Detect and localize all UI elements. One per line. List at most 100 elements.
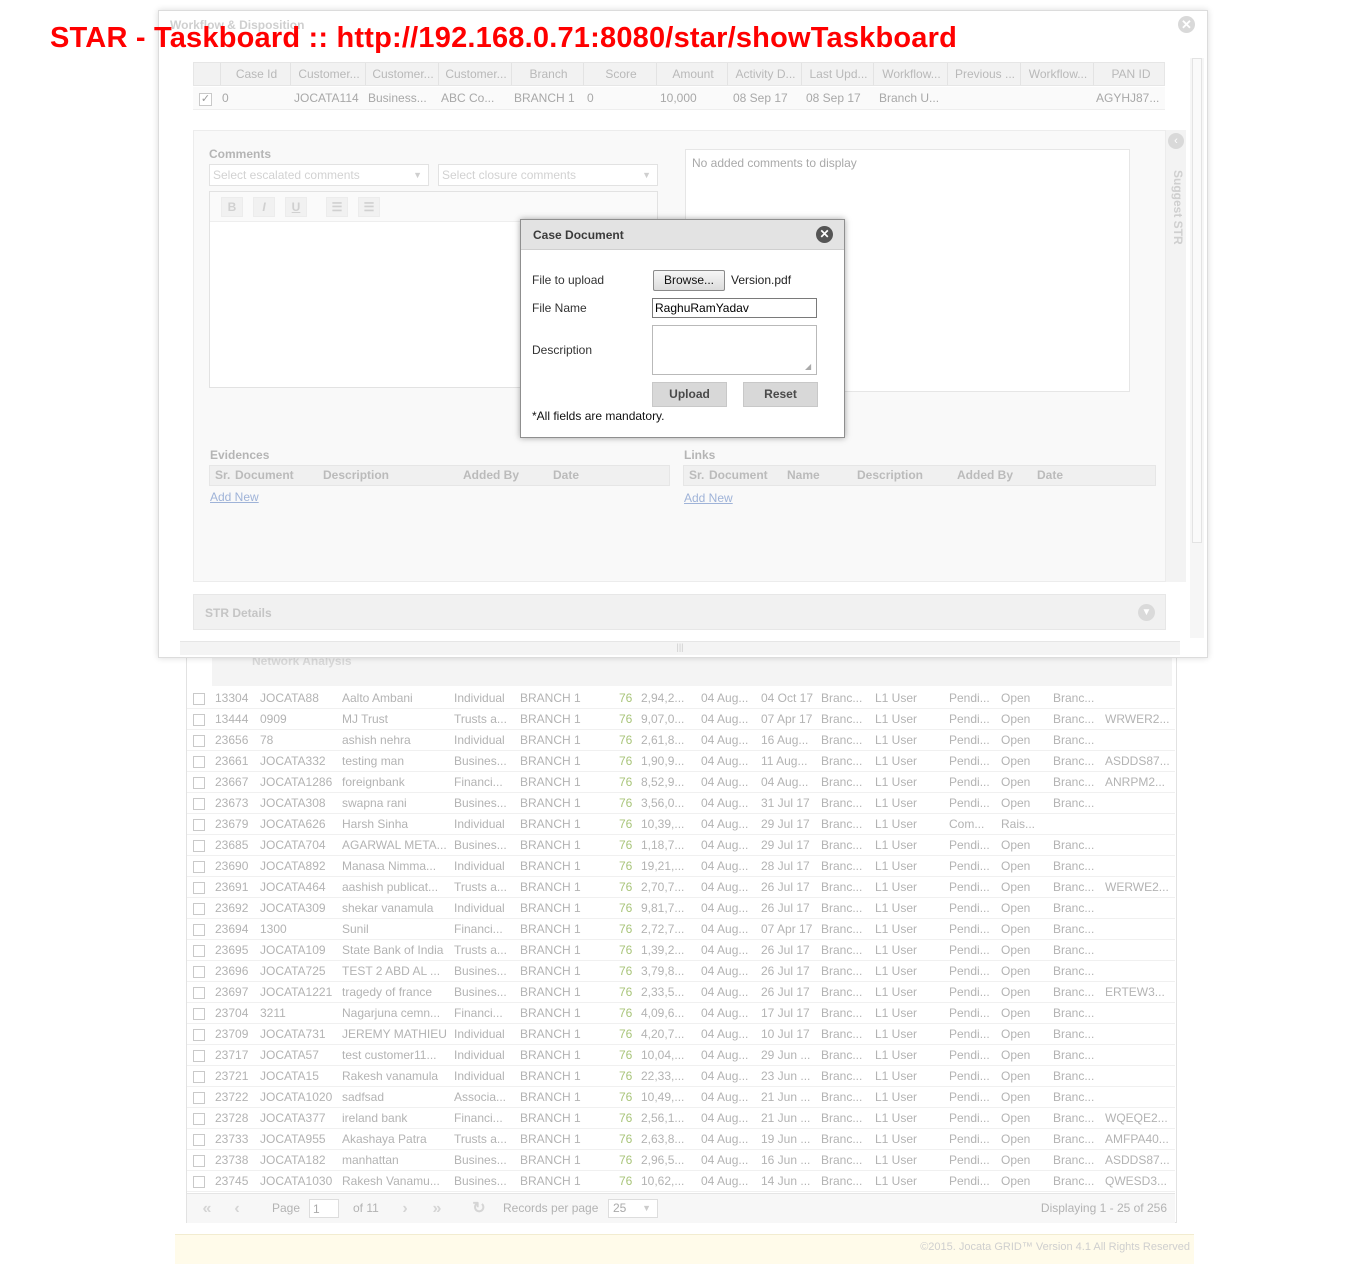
table-row[interactable]: 23733 JOCATA955 Akashaya Patra Trusts a... B… xyxy=(187,1129,1175,1150)
table-row[interactable]: 23694 1300 Sunil Financi... BRANCH 1 76 2,72,7… xyxy=(187,919,1175,940)
row-checkbox[interactable] xyxy=(193,1176,205,1188)
chevron-down-icon[interactable]: ▼ xyxy=(1138,604,1155,621)
resize-handle-icon[interactable]: ◢ xyxy=(805,362,815,372)
next-page-icon[interactable]: › xyxy=(395,1199,415,1219)
row-checkbox[interactable] xyxy=(193,1029,205,1041)
case-grid-col-header[interactable]: PAN ID xyxy=(1093,63,1166,85)
row-checkbox[interactable] xyxy=(193,735,205,747)
bold-button[interactable]: B xyxy=(221,197,243,217)
row-checkbox[interactable]: ✓ xyxy=(199,93,212,106)
table-row[interactable]: 23692 JOCATA309 shekar vanamula Individual B… xyxy=(187,898,1175,919)
last-page-icon[interactable]: » xyxy=(427,1199,447,1219)
case-grid-col-header[interactable]: Branch xyxy=(511,63,583,85)
row-checkbox[interactable] xyxy=(193,756,205,768)
row-checkbox[interactable] xyxy=(193,903,205,915)
case-grid-col-header[interactable]: Case Id xyxy=(220,63,290,85)
table-row[interactable]: 23704 3211 Nagarjuna cemn... Financi... BRAN… xyxy=(187,1003,1175,1024)
close-icon[interactable]: ✕ xyxy=(1178,16,1195,33)
table-row[interactable]: 23721 JOCATA15 Rakesh vanamula Individual BR… xyxy=(187,1066,1175,1087)
description-textarea[interactable] xyxy=(652,325,817,375)
escalated-comments-select[interactable]: Select escalated comments ▼ xyxy=(209,164,429,186)
table-row[interactable]: 23695 JOCATA109 State Bank of India Trusts … xyxy=(187,940,1175,961)
table-row[interactable]: 23745 JOCATA1030 Rakesh Vanamu... Busines..… xyxy=(187,1171,1175,1192)
close-icon[interactable]: ✕ xyxy=(816,226,833,243)
row-checkbox[interactable] xyxy=(193,1050,205,1062)
prev-page-icon[interactable]: ‹ xyxy=(227,1199,247,1219)
browse-button[interactable]: Browse... xyxy=(653,270,725,291)
str-details-bar[interactable]: STR Details ▼ xyxy=(193,594,1166,630)
refresh-icon[interactable]: ↻ xyxy=(469,1199,489,1219)
italic-button[interactable]: I xyxy=(253,197,275,217)
row-checkbox[interactable] xyxy=(193,819,205,831)
row-checkbox[interactable] xyxy=(193,798,205,810)
row-checkbox[interactable] xyxy=(193,924,205,936)
modal-vertical-scrollbar[interactable] xyxy=(1190,58,1204,638)
row-checkbox[interactable] xyxy=(193,1113,205,1125)
upload-button[interactable]: Upload xyxy=(652,382,727,407)
table-row[interactable]: 23738 JOCATA182 manhattan Busines... BRANCH … xyxy=(187,1150,1175,1171)
table-row[interactable]: 23679 JOCATA626 Harsh Sinha Individual BRANC… xyxy=(187,814,1175,835)
table-row[interactable]: 13304 JOCATA88 Aalto Ambani Individual BRANC… xyxy=(187,688,1175,709)
table-row[interactable]: 23696 JOCATA725 TEST 2 ABD AL ... Busines..… xyxy=(187,961,1175,982)
table-row[interactable]: 23722 JOCATA1020 sadfsad Associa... BRANCH 1… xyxy=(187,1087,1175,1108)
table-row[interactable]: 23685 JOCATA704 AGARWAL META... Busines... B… xyxy=(187,835,1175,856)
table-row[interactable]: 23691 JOCATA464 aashish publicat... Trusts … xyxy=(187,877,1175,898)
case-grid-col-header[interactable]: Amount xyxy=(656,63,727,85)
unordered-list-icon[interactable]: ☰ xyxy=(358,197,380,217)
table-row[interactable]: 23709 JOCATA731 JEREMY MATHIEU Individual BR… xyxy=(187,1024,1175,1045)
table-cell: Pendi... xyxy=(949,1006,990,1020)
scrollbar-thumb[interactable] xyxy=(1192,58,1202,543)
records-per-page-select[interactable]: 25 ▼ xyxy=(608,1199,658,1218)
case-grid-col-header[interactable]: Customer... xyxy=(290,63,365,85)
table-cell: Branc... xyxy=(821,964,863,978)
first-page-icon[interactable]: « xyxy=(197,1199,217,1219)
ordered-list-icon[interactable]: ☰ xyxy=(326,197,348,217)
table-row[interactable]: 23656 78 ashish nehra Individual BRANCH 1 76 2… xyxy=(187,730,1175,751)
table-cell: shekar vanamula xyxy=(342,901,434,915)
table-row[interactable]: 23697 JOCATA1221 tragedy of france Busines.… xyxy=(187,982,1175,1003)
evidences-add-new-link[interactable]: Add New xyxy=(210,490,259,504)
case-grid-col-header[interactable]: Score xyxy=(583,63,656,85)
row-checkbox[interactable] xyxy=(193,1008,205,1020)
page-number-input[interactable] xyxy=(309,1199,339,1218)
table-row[interactable]: 23667 JOCATA1286 foreignbank Financi... BRAN… xyxy=(187,772,1175,793)
closure-comments-select[interactable]: Select closure comments ▼ xyxy=(438,164,658,186)
case-grid-col-header[interactable]: Workflow... xyxy=(1020,63,1093,85)
row-checkbox[interactable] xyxy=(193,945,205,957)
row-checkbox[interactable] xyxy=(193,777,205,789)
table-row[interactable]: 23661 JOCATA332 testing man Busines... BRANC… xyxy=(187,751,1175,772)
case-grid-col-header[interactable]: Customer... xyxy=(438,63,511,85)
case-grid-col-header[interactable]: Previous ... xyxy=(947,63,1020,85)
modal-horizontal-scrollbar[interactable]: ||| xyxy=(180,641,1180,655)
row-checkbox[interactable] xyxy=(193,861,205,873)
case-grid-col-header[interactable]: Last Upd... xyxy=(801,63,873,85)
row-checkbox[interactable] xyxy=(193,693,205,705)
row-checkbox[interactable] xyxy=(193,882,205,894)
table-cell: BRANCH 1 xyxy=(520,691,581,705)
case-grid-col-header[interactable]: Customer... xyxy=(365,63,438,85)
table-row[interactable]: 23673 JOCATA308 swapna rani Busines... BRANC… xyxy=(187,793,1175,814)
row-checkbox[interactable] xyxy=(193,987,205,999)
case-grid-col-header[interactable]: Workflow... xyxy=(873,63,947,85)
row-checkbox[interactable] xyxy=(193,1071,205,1083)
row-checkbox[interactable] xyxy=(193,714,205,726)
reset-button[interactable]: Reset xyxy=(743,382,818,407)
row-checkbox[interactable] xyxy=(193,1155,205,1167)
table-row[interactable]: 13444 0909 MJ Trust Trusts a... BRANCH 1 76 9,… xyxy=(187,709,1175,730)
underline-button[interactable]: U xyxy=(285,197,307,217)
table-row[interactable]: 23728 JOCATA377 ireland bank Financi... BRAN… xyxy=(187,1108,1175,1129)
case-grid-col-header[interactable]: Activity D... xyxy=(727,63,801,85)
suggest-str-tab[interactable]: ‹ Suggest STR xyxy=(1166,130,1186,582)
row-checkbox[interactable] xyxy=(193,966,205,978)
table-row[interactable]: 23717 JOCATA57 test customer11... Individua… xyxy=(187,1045,1175,1066)
case-grid-row[interactable]: ✓ 0 JOCATA114 Business... ABC Co... BRANCH 1 0… xyxy=(193,87,1165,110)
row-checkbox[interactable] xyxy=(193,1134,205,1146)
file-name-input[interactable] xyxy=(652,298,817,318)
file-name-label: File Name xyxy=(532,301,587,315)
row-checkbox[interactable] xyxy=(193,1092,205,1104)
collapse-icon[interactable]: ‹ xyxy=(1168,133,1184,149)
row-checkbox[interactable] xyxy=(193,840,205,852)
links-add-new-link[interactable]: Add New xyxy=(684,491,733,505)
table-cell: Pendi... xyxy=(949,691,990,705)
table-row[interactable]: 23690 JOCATA892 Manasa Nimma... Individual B… xyxy=(187,856,1175,877)
